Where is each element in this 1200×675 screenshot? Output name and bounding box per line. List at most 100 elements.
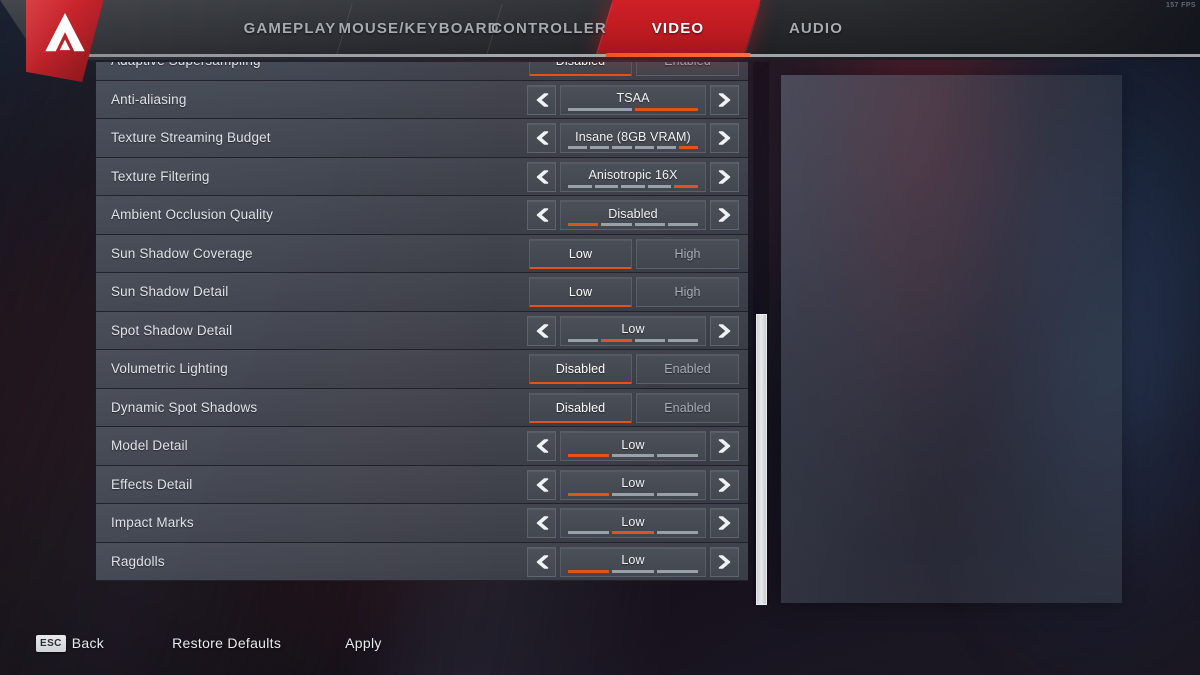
setting-control-volumetric-lighting: Disabled Enabled	[529, 354, 739, 384]
level-segment	[647, 184, 672, 188]
value-text-ragdolls: Low	[621, 553, 645, 567]
apply-label: Apply	[345, 635, 382, 651]
toggle-option-sun-shadow-detail-1[interactable]: High	[636, 277, 739, 307]
setting-control-ambient-occlusion-quality: Disabled	[527, 200, 739, 230]
chevron-left-icon[interactable]	[527, 315, 556, 346]
setting-row-sun-shadow-detail: Sun Shadow Detail Low High	[96, 273, 748, 312]
value-display-ambient-occlusion-quality[interactable]: Disabled	[560, 200, 706, 230]
chevron-right-icon[interactable]	[710, 431, 739, 461]
value-display-anti-aliasing[interactable]: TSAA	[560, 84, 706, 115]
level-segment	[590, 146, 610, 149]
chevron-right-icon[interactable]	[710, 508, 739, 538]
setting-label-adaptive-supersampling: Adaptive Supersampling	[111, 62, 261, 68]
toggle-option-volumetric-lighting-0[interactable]: Disabled	[529, 354, 632, 384]
setting-label-texture-filtering: Texture Filtering	[111, 168, 210, 184]
tab-video[interactable]: VIDEO	[595, 0, 761, 56]
chevron-right-icon[interactable]	[710, 123, 739, 153]
chevron-left-icon[interactable]	[527, 161, 556, 192]
apply-button[interactable]: Apply	[345, 635, 382, 651]
toggle-option-label: Enabled	[664, 362, 711, 376]
restore-defaults-button[interactable]: Restore Defaults	[172, 635, 281, 651]
chevron-left-icon[interactable]	[527, 84, 556, 115]
value-display-effects-detail[interactable]: Low	[560, 469, 706, 500]
settings-header: GAMEPLAY MOUSE/KEYBOARD CONTROLLER VIDEO AUD…	[0, 0, 1200, 82]
toggle-option-adaptive-supersampling-0[interactable]: Disabled	[529, 62, 632, 76]
apex-logo	[26, 0, 104, 82]
setting-label-texture-streaming-budget: Texture Streaming Budget	[111, 130, 271, 146]
level-segment	[568, 454, 610, 457]
setting-row-volumetric-lighting: Volumetric Lighting Disabled Enabled	[96, 350, 748, 389]
toggle-option-label: Disabled	[556, 62, 605, 68]
tab-gameplay[interactable]: GAMEPLAY	[236, 0, 344, 56]
settings-scrollbar[interactable]	[753, 62, 769, 605]
setting-row-adaptive-supersampling: Adaptive Supersampling Disabled Enabled	[96, 62, 748, 81]
setting-control-ragdolls: Low	[527, 546, 739, 577]
chevron-left-icon[interactable]	[527, 123, 556, 153]
toggle-option-sun-shadow-detail-0[interactable]: Low	[529, 277, 632, 307]
stepper-texture-filtering: Anisotropic 16X	[527, 161, 739, 192]
chevron-left-icon[interactable]	[527, 546, 556, 577]
toggle-option-sun-shadow-coverage-1[interactable]: High	[636, 238, 739, 269]
level-segment	[667, 223, 698, 226]
chevron-left-icon[interactable]	[527, 508, 556, 538]
fps-counter: 157 FPS	[1165, 2, 1196, 9]
level-indicator-ragdolls	[568, 569, 698, 573]
level-segment	[601, 223, 632, 226]
value-text-texture-filtering: Anisotropic 16X	[588, 168, 678, 182]
level-segment	[568, 531, 610, 534]
toggle-dynamic-spot-shadows: Disabled Enabled	[529, 392, 739, 423]
setting-row-sun-shadow-coverage: Sun Shadow Coverage Low High	[96, 234, 748, 273]
setting-control-impact-marks: Low	[527, 508, 739, 538]
chevron-right-icon[interactable]	[710, 546, 739, 577]
toggle-option-dynamic-spot-shadows-1[interactable]: Enabled	[636, 392, 739, 423]
chevron-right-icon[interactable]	[710, 315, 739, 346]
scrollbar-thumb[interactable]	[756, 314, 767, 605]
setting-control-anti-aliasing: TSAA	[527, 84, 739, 115]
chevron-left-icon[interactable]	[527, 431, 556, 461]
level-segment	[612, 569, 654, 573]
tab-mouse-keyboard[interactable]: MOUSE/KEYBOARD	[338, 0, 498, 56]
chevron-right-icon[interactable]	[710, 469, 739, 500]
chevron-left-icon[interactable]	[527, 469, 556, 500]
toggle-option-label: Disabled	[555, 400, 606, 415]
setting-row-ambient-occlusion-quality: Ambient Occlusion Quality Disabled	[96, 196, 748, 235]
toggle-option-sun-shadow-coverage-0[interactable]: Low	[529, 238, 632, 269]
stepper-effects-detail: Low	[527, 469, 739, 500]
stepper-ambient-occlusion-quality: Disabled	[527, 200, 739, 230]
setting-label-sun-shadow-detail: Sun Shadow Detail	[111, 284, 229, 300]
tab-audio[interactable]: AUDIO	[752, 0, 880, 56]
tab-controller[interactable]: CONTROLLER	[491, 0, 607, 56]
setting-label-impact-marks: Impact Marks	[111, 515, 194, 531]
chevron-left-icon[interactable]	[527, 200, 556, 230]
setting-label-ambient-occlusion-quality: Ambient Occlusion Quality	[111, 207, 274, 223]
chevron-right-icon[interactable]	[710, 161, 739, 192]
toggle-option-dynamic-spot-shadows-0[interactable]: Disabled	[529, 392, 632, 423]
value-display-texture-filtering[interactable]: Anisotropic 16X	[560, 161, 706, 192]
level-segment	[612, 146, 632, 149]
level-indicator-impact-marks	[568, 531, 698, 534]
tab-label-controller: CONTROLLER	[491, 19, 607, 37]
back-button[interactable]: ESC Back	[36, 634, 104, 652]
stepper-anti-aliasing: TSAA	[527, 84, 739, 115]
toggle-option-adaptive-supersampling-1[interactable]: Enabled	[636, 62, 739, 76]
value-display-spot-shadow-detail[interactable]: Low	[560, 315, 706, 346]
stepper-texture-streaming-budget: Insane (8GB VRAM)	[527, 123, 739, 153]
value-display-model-detail[interactable]: Low	[560, 431, 706, 461]
chevron-right-icon[interactable]	[710, 84, 739, 115]
level-segment	[568, 107, 632, 111]
setting-control-dynamic-spot-shadows: Disabled Enabled	[529, 392, 739, 423]
setting-label-dynamic-spot-shadows: Dynamic Spot Shadows	[111, 399, 258, 415]
toggle-option-volumetric-lighting-1[interactable]: Enabled	[636, 354, 739, 384]
value-display-texture-streaming-budget[interactable]: Insane (8GB VRAM)	[560, 123, 706, 153]
level-indicator-texture-filtering	[568, 184, 698, 188]
value-display-ragdolls[interactable]: Low	[560, 546, 706, 577]
setting-row-anti-aliasing: Anti-aliasing TSAA	[96, 80, 748, 119]
level-segment	[612, 492, 654, 496]
esc-key-badge: ESC	[36, 634, 66, 652]
chevron-right-icon[interactable]	[710, 200, 739, 230]
level-segment	[612, 454, 654, 457]
value-display-impact-marks[interactable]: Low	[560, 508, 706, 538]
restore-defaults-label: Restore Defaults	[172, 635, 282, 651]
level-segment	[656, 531, 698, 534]
level-indicator-anti-aliasing	[568, 107, 698, 111]
